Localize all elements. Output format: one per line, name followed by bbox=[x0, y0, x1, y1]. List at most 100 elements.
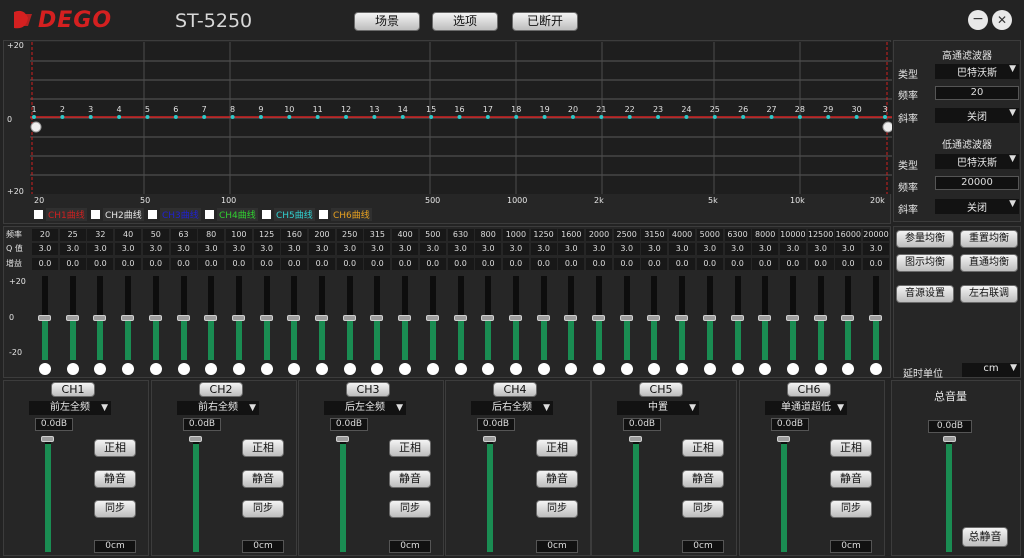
eq-q-cell[interactable]: 3.0 bbox=[309, 243, 335, 255]
eq-freq-cell[interactable]: 400 bbox=[392, 229, 419, 241]
eq-band-knob[interactable] bbox=[343, 315, 356, 321]
eq-gain-cell[interactable]: 0.0 bbox=[669, 258, 696, 270]
master-mute-button[interactable]: 总静音 bbox=[962, 527, 1008, 547]
eq-point[interactable] bbox=[883, 115, 887, 119]
connection-button[interactable]: 已断开 bbox=[512, 12, 578, 31]
channel-volume-track[interactable] bbox=[781, 440, 787, 552]
eq-point[interactable] bbox=[457, 115, 462, 119]
eq-point[interactable] bbox=[570, 115, 575, 119]
eq-band-dot[interactable] bbox=[150, 363, 162, 375]
channel-source-select[interactable]: 后左全频 ▼ bbox=[324, 401, 406, 415]
mute-button[interactable]: 静音 bbox=[682, 470, 724, 488]
eq-gain-cell[interactable]: 0.0 bbox=[115, 258, 142, 270]
bypass-eq-button[interactable]: 直通均衡 bbox=[960, 254, 1018, 272]
eq-q-cell[interactable]: 3.0 bbox=[198, 243, 225, 255]
eq-band-dot[interactable] bbox=[759, 363, 771, 375]
channel-volume-knob[interactable] bbox=[483, 436, 496, 442]
eq-band-dot[interactable] bbox=[482, 363, 494, 375]
eq-point[interactable] bbox=[32, 115, 36, 119]
eq-gain-cell[interactable]: 0.0 bbox=[835, 258, 862, 270]
link-lr-button[interactable]: 左右联调 bbox=[960, 285, 1018, 303]
channel-tab[interactable]: CH2 bbox=[199, 382, 243, 397]
eq-q-cell[interactable]: 3.0 bbox=[281, 243, 308, 255]
eq-q-cell[interactable]: 3.0 bbox=[641, 243, 668, 255]
eq-point[interactable] bbox=[117, 115, 122, 119]
eq-freq-cell[interactable]: 1600 bbox=[558, 229, 585, 241]
eq-freq-cell[interactable]: 2000 bbox=[586, 229, 612, 241]
eq-gain-cell[interactable]: 0.0 bbox=[419, 258, 446, 270]
eq-q-cell[interactable]: 3.0 bbox=[779, 243, 806, 255]
eq-freq-cell[interactable]: 2500 bbox=[613, 229, 640, 241]
eq-freq-cell[interactable]: 250 bbox=[336, 229, 363, 241]
eq-point[interactable] bbox=[258, 115, 263, 119]
eq-graph[interactable]: 1 2 3 4 5 6 7 8 9 10 11 12 13 14 15 16 17 18 19 20 21 22 23 24 2… bbox=[30, 42, 894, 194]
sync-button[interactable]: 同步 bbox=[94, 500, 136, 518]
eq-gain-cell[interactable]: 0.0 bbox=[32, 258, 58, 270]
eq-point[interactable] bbox=[315, 115, 320, 119]
mute-button[interactable]: 静音 bbox=[536, 470, 578, 488]
eq-gain-cell[interactable]: 0.0 bbox=[281, 258, 308, 270]
eq-freq-cell[interactable]: 20 bbox=[32, 229, 58, 241]
eq-q-cell[interactable]: 3.0 bbox=[225, 243, 252, 255]
eq-gain-cell[interactable]: 0.0 bbox=[752, 258, 779, 270]
eq-freq-cell[interactable]: 8000 bbox=[752, 229, 779, 241]
eq-freq-cell[interactable]: 125 bbox=[253, 229, 280, 241]
minimize-button[interactable]: − bbox=[968, 10, 988, 30]
curve-checkbox[interactable] bbox=[148, 210, 157, 219]
eq-q-cell[interactable]: 3.0 bbox=[724, 243, 751, 255]
eq-q-cell[interactable]: 3.0 bbox=[502, 243, 529, 255]
eq-q-cell[interactable]: 3.0 bbox=[170, 243, 197, 255]
eq-point[interactable] bbox=[145, 115, 150, 119]
sync-button[interactable]: 同步 bbox=[389, 500, 431, 518]
eq-freq-cell[interactable]: 12500 bbox=[807, 229, 834, 241]
eq-band-dot[interactable] bbox=[870, 363, 882, 375]
eq-band-dot[interactable] bbox=[648, 363, 660, 375]
eq-band-knob[interactable] bbox=[315, 315, 328, 321]
eq-point[interactable] bbox=[712, 115, 717, 119]
eq-band-knob[interactable] bbox=[841, 315, 854, 321]
eq-band-dot[interactable] bbox=[261, 363, 273, 375]
eq-gain-cell[interactable]: 0.0 bbox=[641, 258, 668, 270]
eq-q-cell[interactable]: 3.0 bbox=[32, 243, 58, 255]
eq-band-knob[interactable] bbox=[287, 315, 300, 321]
channel-volume-track[interactable] bbox=[633, 440, 639, 552]
eq-point[interactable] bbox=[514, 115, 519, 119]
master-volume-knob[interactable] bbox=[943, 436, 956, 442]
channel-volume-track[interactable] bbox=[193, 440, 199, 552]
eq-point[interactable] bbox=[173, 115, 178, 119]
channel-gain-field[interactable]: 0.0dB bbox=[183, 418, 221, 431]
eq-band-knob[interactable] bbox=[426, 315, 439, 321]
eq-band-dot[interactable] bbox=[593, 363, 605, 375]
eq-q-cell[interactable]: 3.0 bbox=[558, 243, 585, 255]
eq-gain-cell[interactable]: 0.0 bbox=[447, 258, 474, 270]
eq-band-knob[interactable] bbox=[149, 315, 162, 321]
eq-gain-cell[interactable]: 0.0 bbox=[530, 258, 557, 270]
eq-band-dot[interactable] bbox=[67, 363, 79, 375]
eq-point[interactable] bbox=[60, 115, 65, 119]
eq-point[interactable] bbox=[656, 115, 661, 119]
eq-band-dot[interactable] bbox=[732, 363, 744, 375]
channel-source-select[interactable]: 中置 ▼ bbox=[617, 401, 699, 415]
eq-point[interactable] bbox=[287, 115, 292, 119]
eq-band-dot[interactable] bbox=[427, 363, 439, 375]
eq-gain-cell[interactable]: 0.0 bbox=[502, 258, 529, 270]
eq-point[interactable] bbox=[769, 115, 774, 119]
eq-band-knob[interactable] bbox=[869, 315, 882, 321]
eq-point[interactable] bbox=[88, 115, 93, 119]
eq-point[interactable] bbox=[542, 115, 547, 119]
eq-q-cell[interactable]: 3.0 bbox=[253, 243, 280, 255]
eq-band-dot[interactable] bbox=[510, 363, 522, 375]
channel-gain-field[interactable]: 0.0dB bbox=[771, 418, 809, 431]
eq-freq-cell[interactable]: 50 bbox=[142, 229, 169, 241]
sync-button[interactable]: 同步 bbox=[830, 500, 872, 518]
phase-button[interactable]: 正相 bbox=[389, 439, 431, 457]
eq-gain-cell[interactable]: 0.0 bbox=[170, 258, 197, 270]
eq-band-dot[interactable] bbox=[676, 363, 688, 375]
peq-button[interactable]: 参量均衡 bbox=[896, 230, 954, 248]
eq-band-dot[interactable] bbox=[815, 363, 827, 375]
sync-button[interactable]: 同步 bbox=[682, 500, 724, 518]
phase-button[interactable]: 正相 bbox=[830, 439, 872, 457]
eq-point[interactable] bbox=[372, 115, 377, 119]
eq-band-dot[interactable] bbox=[371, 363, 383, 375]
eq-band-knob[interactable] bbox=[564, 315, 577, 321]
